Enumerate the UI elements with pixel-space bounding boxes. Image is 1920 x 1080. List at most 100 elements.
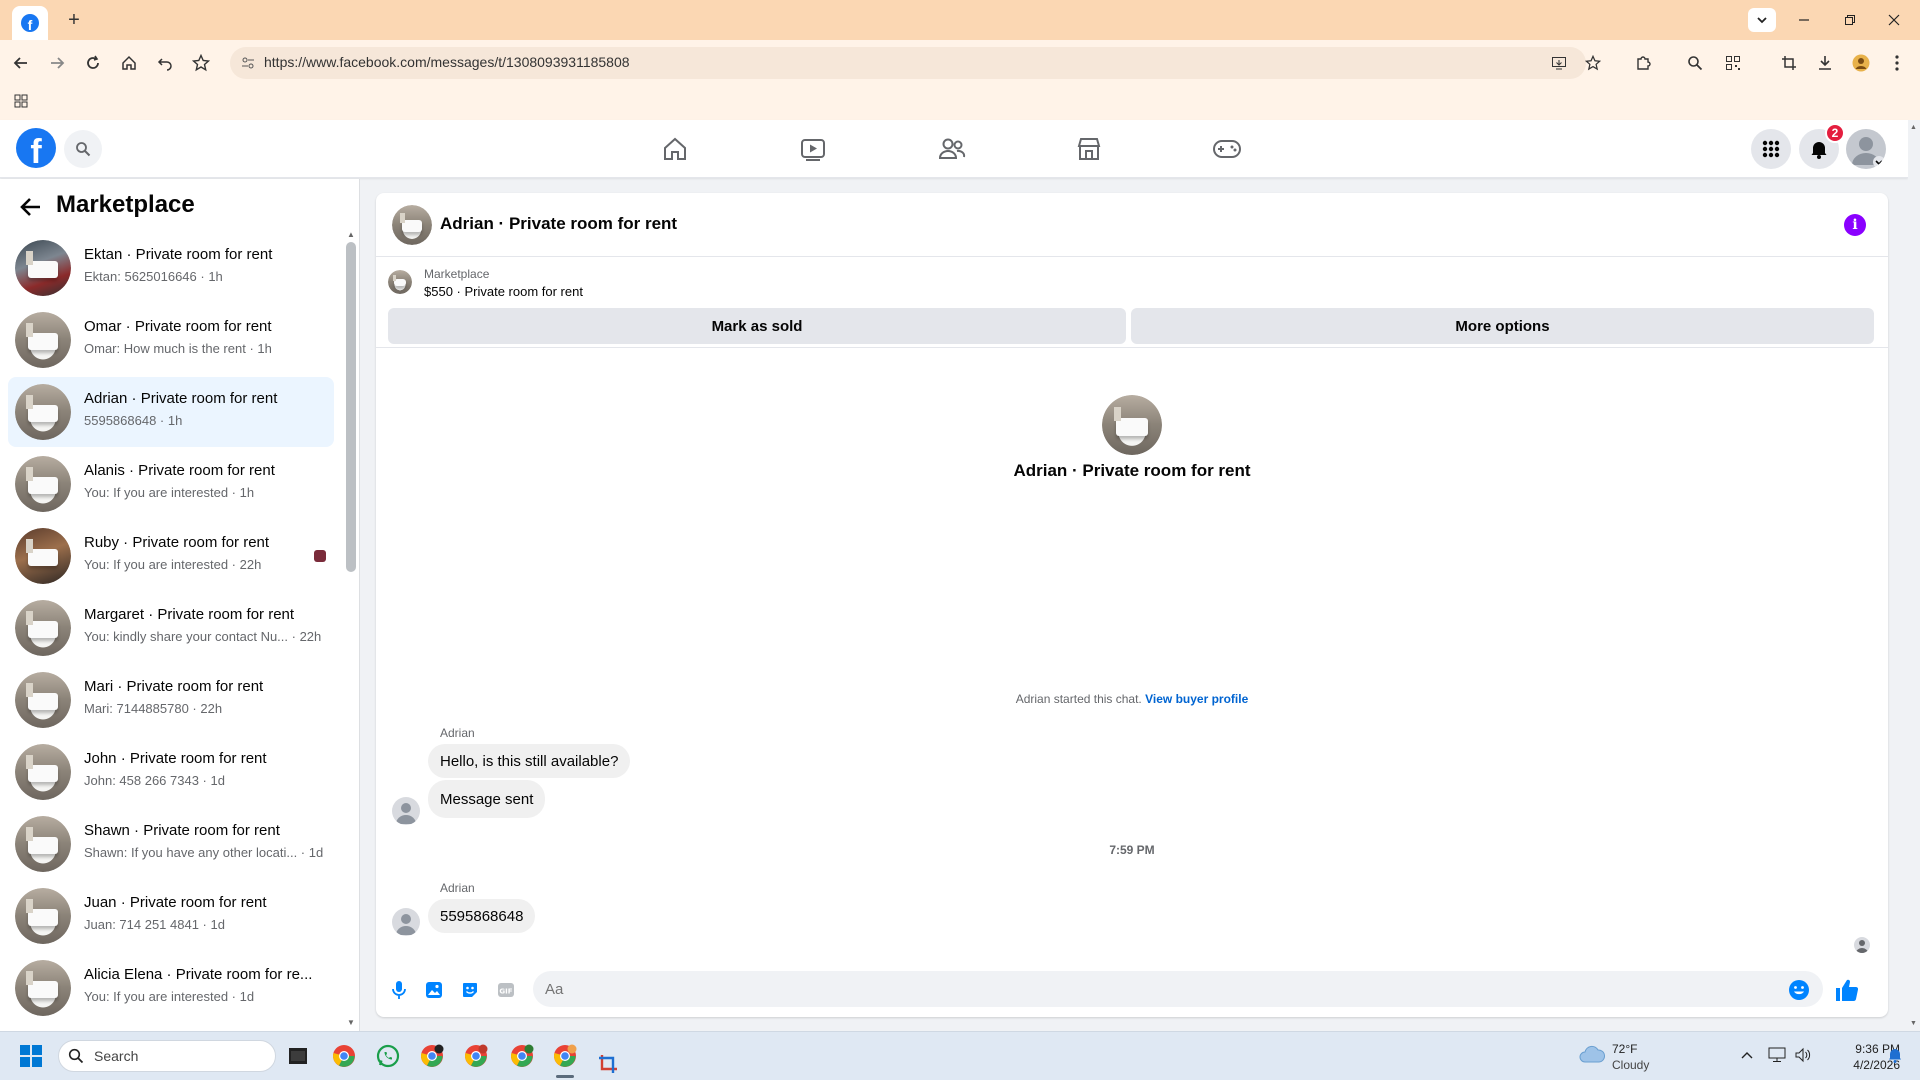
file-explorer-icon[interactable] <box>284 1042 312 1070</box>
browser-menu-icon[interactable] <box>1884 50 1910 76</box>
conversation-name: Juan · Private room for rent <box>84 894 267 911</box>
message-input[interactable] <box>533 971 1823 1007</box>
taskbar-search-box[interactable] <box>58 1040 276 1072</box>
conversation-item[interactable]: Ektan · Private room for rent Ektan: 5625… <box>8 233 334 303</box>
attach-photo-icon[interactable] <box>423 979 445 1001</box>
view-buyer-profile-link[interactable]: View buyer profile <box>1145 692 1248 706</box>
bookmark-page-star-icon[interactable] <box>1580 50 1606 76</box>
svg-text:GIF: GIF <box>499 988 512 996</box>
show-hidden-icons-chevron-icon[interactable] <box>1738 1046 1756 1064</box>
listing-price-title[interactable]: $550 · Private room for rent <box>424 284 583 299</box>
nav-gaming-icon[interactable] <box>1207 134 1247 164</box>
sticker-icon[interactable] <box>459 979 481 1001</box>
scroll-down-icon[interactable]: ▼ <box>346 1017 356 1027</box>
conversation-info-icon[interactable]: i <box>1844 214 1866 236</box>
gif-icon[interactable]: GIF <box>495 979 517 1001</box>
sender-avatar[interactable] <box>392 908 420 936</box>
apps-grid-icon[interactable] <box>8 88 34 114</box>
forward-icon[interactable] <box>44 50 70 76</box>
minimize-icon[interactable] <box>1788 8 1820 32</box>
conversation-item[interactable]: Omar · Private room for rent Omar: How mu… <box>8 305 334 375</box>
thumbs-up-icon[interactable] <box>1834 977 1860 1003</box>
listing-room-photo <box>15 528 71 584</box>
conversation-item[interactable]: Shawn · Private room for rent Shawn: If y… <box>8 809 334 879</box>
listing-thumbnail[interactable] <box>388 270 412 294</box>
nav-video-icon[interactable] <box>793 134 833 164</box>
undo-icon[interactable] <box>152 50 178 76</box>
conversation-name: Alicia Elena · Private room for re... <box>84 966 313 983</box>
conversation-item[interactable]: Margaret · Private room for rent You: kin… <box>8 593 334 663</box>
install-app-icon[interactable] <box>1546 50 1572 76</box>
menu-grid-icon[interactable] <box>1751 129 1791 169</box>
conversation-item[interactable]: Ruby · Private room for rent You: If you … <box>8 521 334 591</box>
nav-marketplace-icon[interactable] <box>1069 134 1109 164</box>
taskbar-search-label[interactable]: Search <box>94 1048 138 1064</box>
conversation-item[interactable]: Alicia Elena · Private room for re... You… <box>8 953 334 1023</box>
message-bubble[interactable]: Message sent <box>428 780 546 818</box>
emoji-icon[interactable] <box>1788 979 1810 1001</box>
message-bubble[interactable]: 5595868648 <box>428 899 536 933</box>
conversation-item[interactable]: John · Private room for rent John: 458 26… <box>8 737 334 807</box>
notification-center-bell-icon[interactable] <box>1886 1046 1904 1064</box>
conversation-name: Adrian · Private room for rent <box>84 390 278 407</box>
account-avatar[interactable] <box>1846 129 1886 169</box>
whatsapp-icon[interactable] <box>374 1042 402 1070</box>
home-icon[interactable] <box>116 50 142 76</box>
listing-room-photo <box>15 240 71 296</box>
new-tab-icon[interactable]: + <box>62 8 86 32</box>
profile-avatar-icon[interactable] <box>1848 50 1874 76</box>
zoom-search-icon[interactable] <box>1682 50 1708 76</box>
snipping-tool-icon[interactable] <box>596 1052 620 1076</box>
conversation-preview: 5595868648 · 1h <box>84 413 183 428</box>
windows-start-icon[interactable] <box>20 1045 42 1067</box>
network-icon[interactable] <box>1768 1046 1786 1064</box>
page-scroll-up-icon[interactable]: ▲ <box>1910 124 1918 132</box>
chrome-profile-icon[interactable] <box>418 1042 446 1070</box>
sender-avatar[interactable] <box>392 797 420 825</box>
facebook-search-icon[interactable] <box>64 130 102 168</box>
tab-search-chevron-icon[interactable] <box>1748 8 1776 32</box>
reload-icon[interactable] <box>80 50 106 76</box>
cloudy-weather-icon[interactable] <box>1578 1044 1606 1064</box>
chrome-app-icon[interactable] <box>330 1042 358 1070</box>
site-info-icon[interactable] <box>238 53 258 73</box>
page-scrollbar[interactable] <box>1908 120 1920 1031</box>
qr-code-icon[interactable] <box>1720 50 1746 76</box>
close-window-icon[interactable] <box>1878 8 1910 32</box>
chrome-profile-icon[interactable] <box>508 1042 536 1070</box>
downloads-icon[interactable] <box>1812 50 1838 76</box>
browser-tab-facebook[interactable]: f <box>12 6 48 40</box>
listing-room-photo <box>15 888 71 944</box>
scroll-up-icon[interactable]: ▲ <box>346 229 356 239</box>
address-url[interactable]: https://www.facebook.com/messages/t/1308… <box>264 54 630 70</box>
mark-as-sold-button[interactable]: Mark as sold <box>388 308 1126 344</box>
conversation-avatar-large[interactable] <box>1102 395 1162 455</box>
back-arrow-icon[interactable] <box>16 192 46 222</box>
page-scroll-down-icon[interactable]: ▼ <box>1910 1020 1918 1028</box>
screenshot-crop-icon[interactable] <box>1776 50 1802 76</box>
weather-description[interactable]: Cloudy <box>1612 1058 1649 1072</box>
nav-home-icon[interactable] <box>655 134 695 164</box>
chrome-active-profile-icon[interactable] <box>551 1042 579 1070</box>
bookmark-star-icon[interactable] <box>188 50 214 76</box>
conversation-avatar <box>15 456 71 512</box>
facebook-logo-icon[interactable]: f <box>16 128 56 168</box>
chat-header-avatar[interactable] <box>392 205 432 245</box>
nav-friends-icon[interactable] <box>932 134 972 164</box>
chat-header-title[interactable]: Adrian · Private room for rent <box>440 214 677 234</box>
restore-icon[interactable] <box>1834 8 1866 32</box>
back-icon[interactable] <box>8 50 34 76</box>
more-options-button[interactable]: More options <box>1131 308 1874 344</box>
conversation-item[interactable]: Mari · Private room for rent Mari: 714488… <box>8 665 334 735</box>
volume-icon[interactable] <box>1794 1046 1812 1064</box>
conversation-item[interactable]: Juan · Private room for rent Juan: 714 25… <box>8 881 334 951</box>
message-bubble[interactable]: Hello, is this still available? <box>428 744 631 778</box>
sidebar-scroll-thumb[interactable] <box>346 242 356 572</box>
extensions-puzzle-icon[interactable] <box>1630 50 1656 76</box>
conversation-item[interactable]: Adrian · Private room for rent 5595868648… <box>8 377 334 447</box>
conversation-item[interactable]: Alanis · Private room for rent You: If yo… <box>8 449 334 519</box>
chrome-profile-icon[interactable] <box>462 1042 490 1070</box>
weather-temperature[interactable]: 72°F <box>1612 1042 1637 1056</box>
listing-room-photo <box>15 816 71 872</box>
voice-clip-icon[interactable] <box>388 979 410 1001</box>
